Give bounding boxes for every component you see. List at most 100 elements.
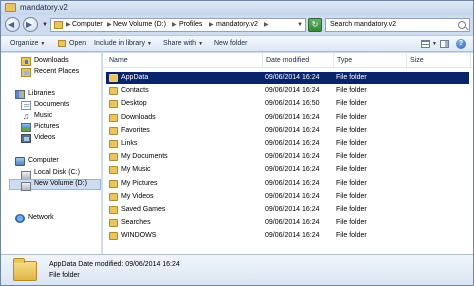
nav-label: Local Disk (C:)	[34, 169, 80, 176]
pictures-icon	[21, 123, 31, 132]
nav-label: Recent Places	[34, 68, 80, 75]
column-label: Type	[337, 57, 353, 64]
search-icon[interactable]	[458, 21, 466, 29]
file-name: Contacts	[121, 87, 149, 95]
share-with-button[interactable]: Share with ▼	[163, 40, 203, 47]
file-name: My Music	[121, 166, 151, 174]
table-row[interactable]: My Documents 09/06/2014 16:24 File folder	[106, 151, 469, 163]
file-type: File folder	[336, 179, 367, 187]
file-name: WINDOWS	[121, 232, 157, 240]
file-type: File folder	[336, 126, 367, 134]
nav-label: Computer	[28, 157, 59, 164]
chevron-right-icon[interactable]: ▶	[264, 21, 269, 28]
chevron-down-icon: ▼	[198, 41, 204, 47]
file-name: Desktop	[121, 100, 147, 108]
chevron-right-icon[interactable]: ▶	[107, 21, 112, 28]
breadcrumb-profiles[interactable]: Profiles	[179, 21, 202, 28]
file-date: 09/06/2014 16:24	[265, 219, 320, 227]
file-type: File folder	[336, 192, 367, 200]
back-button[interactable]: ◀	[5, 17, 20, 32]
file-type: File folder	[336, 166, 367, 174]
table-row[interactable]: My Videos 09/06/2014 16:24 File folder	[106, 191, 469, 203]
help-icon[interactable]: ?	[456, 39, 466, 49]
table-row[interactable]: Desktop 09/06/2014 16:50 File folder	[106, 98, 469, 110]
chevron-down-icon[interactable]: ▼	[432, 41, 437, 47]
column-header-date[interactable]: Date modified	[263, 53, 334, 67]
chevron-down-icon: ▼	[40, 41, 46, 47]
column-header-name[interactable]: Name	[106, 53, 263, 67]
table-row[interactable]: AppData 09/06/2014 16:24 File folder	[106, 72, 469, 84]
folder-icon	[109, 74, 118, 82]
breadcrumb-computer[interactable]: Computer	[72, 21, 103, 28]
header-divider	[103, 67, 473, 68]
organize-button[interactable]: Organize ▼	[10, 40, 45, 47]
command-bar: Organize ▼ Open Include in library ▼ Share…	[1, 35, 473, 52]
chevron-right-icon[interactable]: ▶	[66, 21, 71, 28]
folder-icon	[109, 126, 118, 135]
refresh-icon: ↻	[311, 20, 319, 29]
column-header-size[interactable]: Size	[407, 53, 471, 67]
table-row[interactable]: My Pictures 09/06/2014 16:24 File folder	[106, 178, 469, 190]
file-date: 09/06/2014 16:24	[265, 206, 320, 213]
navigation-pane: Downloads Recent Places Libraries Docume…	[1, 53, 102, 254]
details-date-label: Date modified:	[78, 261, 124, 268]
recent-pages-dropdown[interactable]: ▼	[42, 22, 48, 28]
table-row[interactable]: Searches 09/06/2014 16:24 File folder	[106, 217, 469, 229]
table-row[interactable]: Links 09/06/2014 16:24 File folder	[106, 138, 469, 150]
search-input[interactable]: Search mandatory.v2	[325, 18, 470, 32]
folder-icon	[13, 258, 37, 281]
open-button[interactable]: Open	[69, 40, 86, 47]
forward-button[interactable]: ▶	[23, 17, 38, 32]
search-placeholder: Search mandatory.v2	[330, 21, 397, 28]
table-row[interactable]: Favorites 09/06/2014 16:24 File folder	[106, 125, 469, 137]
preview-pane-icon[interactable]	[440, 40, 449, 48]
file-type: File folder	[336, 206, 367, 213]
file-name: Downloads	[121, 113, 156, 121]
details-name: AppData	[49, 261, 77, 268]
nav-label: Videos	[34, 134, 56, 141]
table-row[interactable]: WINDOWS 09/06/2014 16:24 File folder	[106, 230, 469, 242]
nav-label: Downloads	[34, 57, 69, 64]
new-folder-button[interactable]: New folder	[214, 40, 247, 47]
chevron-right-icon[interactable]: ▶	[172, 21, 177, 28]
file-type: File folder	[336, 87, 367, 95]
table-row[interactable]: Saved Games 09/06/2014 16:24 File folder	[106, 204, 469, 216]
breadcrumb-mandatory[interactable]: mandatory.v2	[216, 21, 258, 28]
file-date: 09/06/2014 16:24	[265, 126, 320, 134]
network-icon	[15, 214, 25, 223]
column-header-type[interactable]: Type	[334, 53, 407, 67]
file-date: 09/06/2014 16:24	[265, 87, 320, 95]
file-date: 09/06/2014 16:24	[265, 74, 320, 81]
chevron-down-icon: ▼	[146, 41, 152, 47]
file-list: Name Date modified Type Size AppData 09/0…	[103, 53, 473, 254]
table-row[interactable]: Contacts 09/06/2014 16:24 File folder	[106, 85, 469, 97]
file-name: My Pictures	[121, 179, 158, 187]
file-name: Searches	[121, 219, 151, 227]
details-pane: AppData Date modified: 09/06/2014 16:24 …	[1, 254, 473, 285]
change-view-icon[interactable]	[421, 40, 430, 48]
breadcrumb[interactable]: ▶ Computer ▶ New Volume (D:) ▶ Profiles …	[50, 18, 306, 32]
file-date: 09/06/2014 16:24	[265, 166, 320, 174]
back-arrow-icon: ◀	[8, 20, 15, 29]
folder-icon	[109, 87, 118, 96]
nav-label: Documents	[34, 101, 70, 108]
folder-icon	[109, 100, 118, 109]
include-in-library-button[interactable]: Include in library ▼	[94, 40, 152, 47]
chevron-down-icon[interactable]: ▼	[297, 22, 303, 28]
column-label: Name	[109, 57, 128, 64]
breadcrumb-new-volume[interactable]: New Volume (D:)	[113, 21, 166, 28]
refresh-button[interactable]: ↻	[308, 18, 322, 32]
column-label: Size	[410, 57, 424, 64]
organize-label: Organize	[10, 40, 39, 47]
folder-icon	[109, 166, 118, 175]
nav-label: Libraries	[28, 90, 55, 97]
file-date: 09/06/2014 16:24	[265, 232, 320, 240]
chevron-right-icon[interactable]: ▶	[209, 21, 214, 28]
folder-icon	[109, 219, 118, 228]
file-name: Favorites	[121, 126, 150, 134]
file-date: 09/06/2014 16:24	[265, 192, 320, 200]
table-row[interactable]: My Music 09/06/2014 16:24 File folder	[106, 164, 469, 176]
table-row[interactable]: Downloads 09/06/2014 16:24 File folder	[106, 112, 469, 124]
details-type: File folder	[49, 272, 80, 279]
folder-icon	[5, 3, 16, 12]
